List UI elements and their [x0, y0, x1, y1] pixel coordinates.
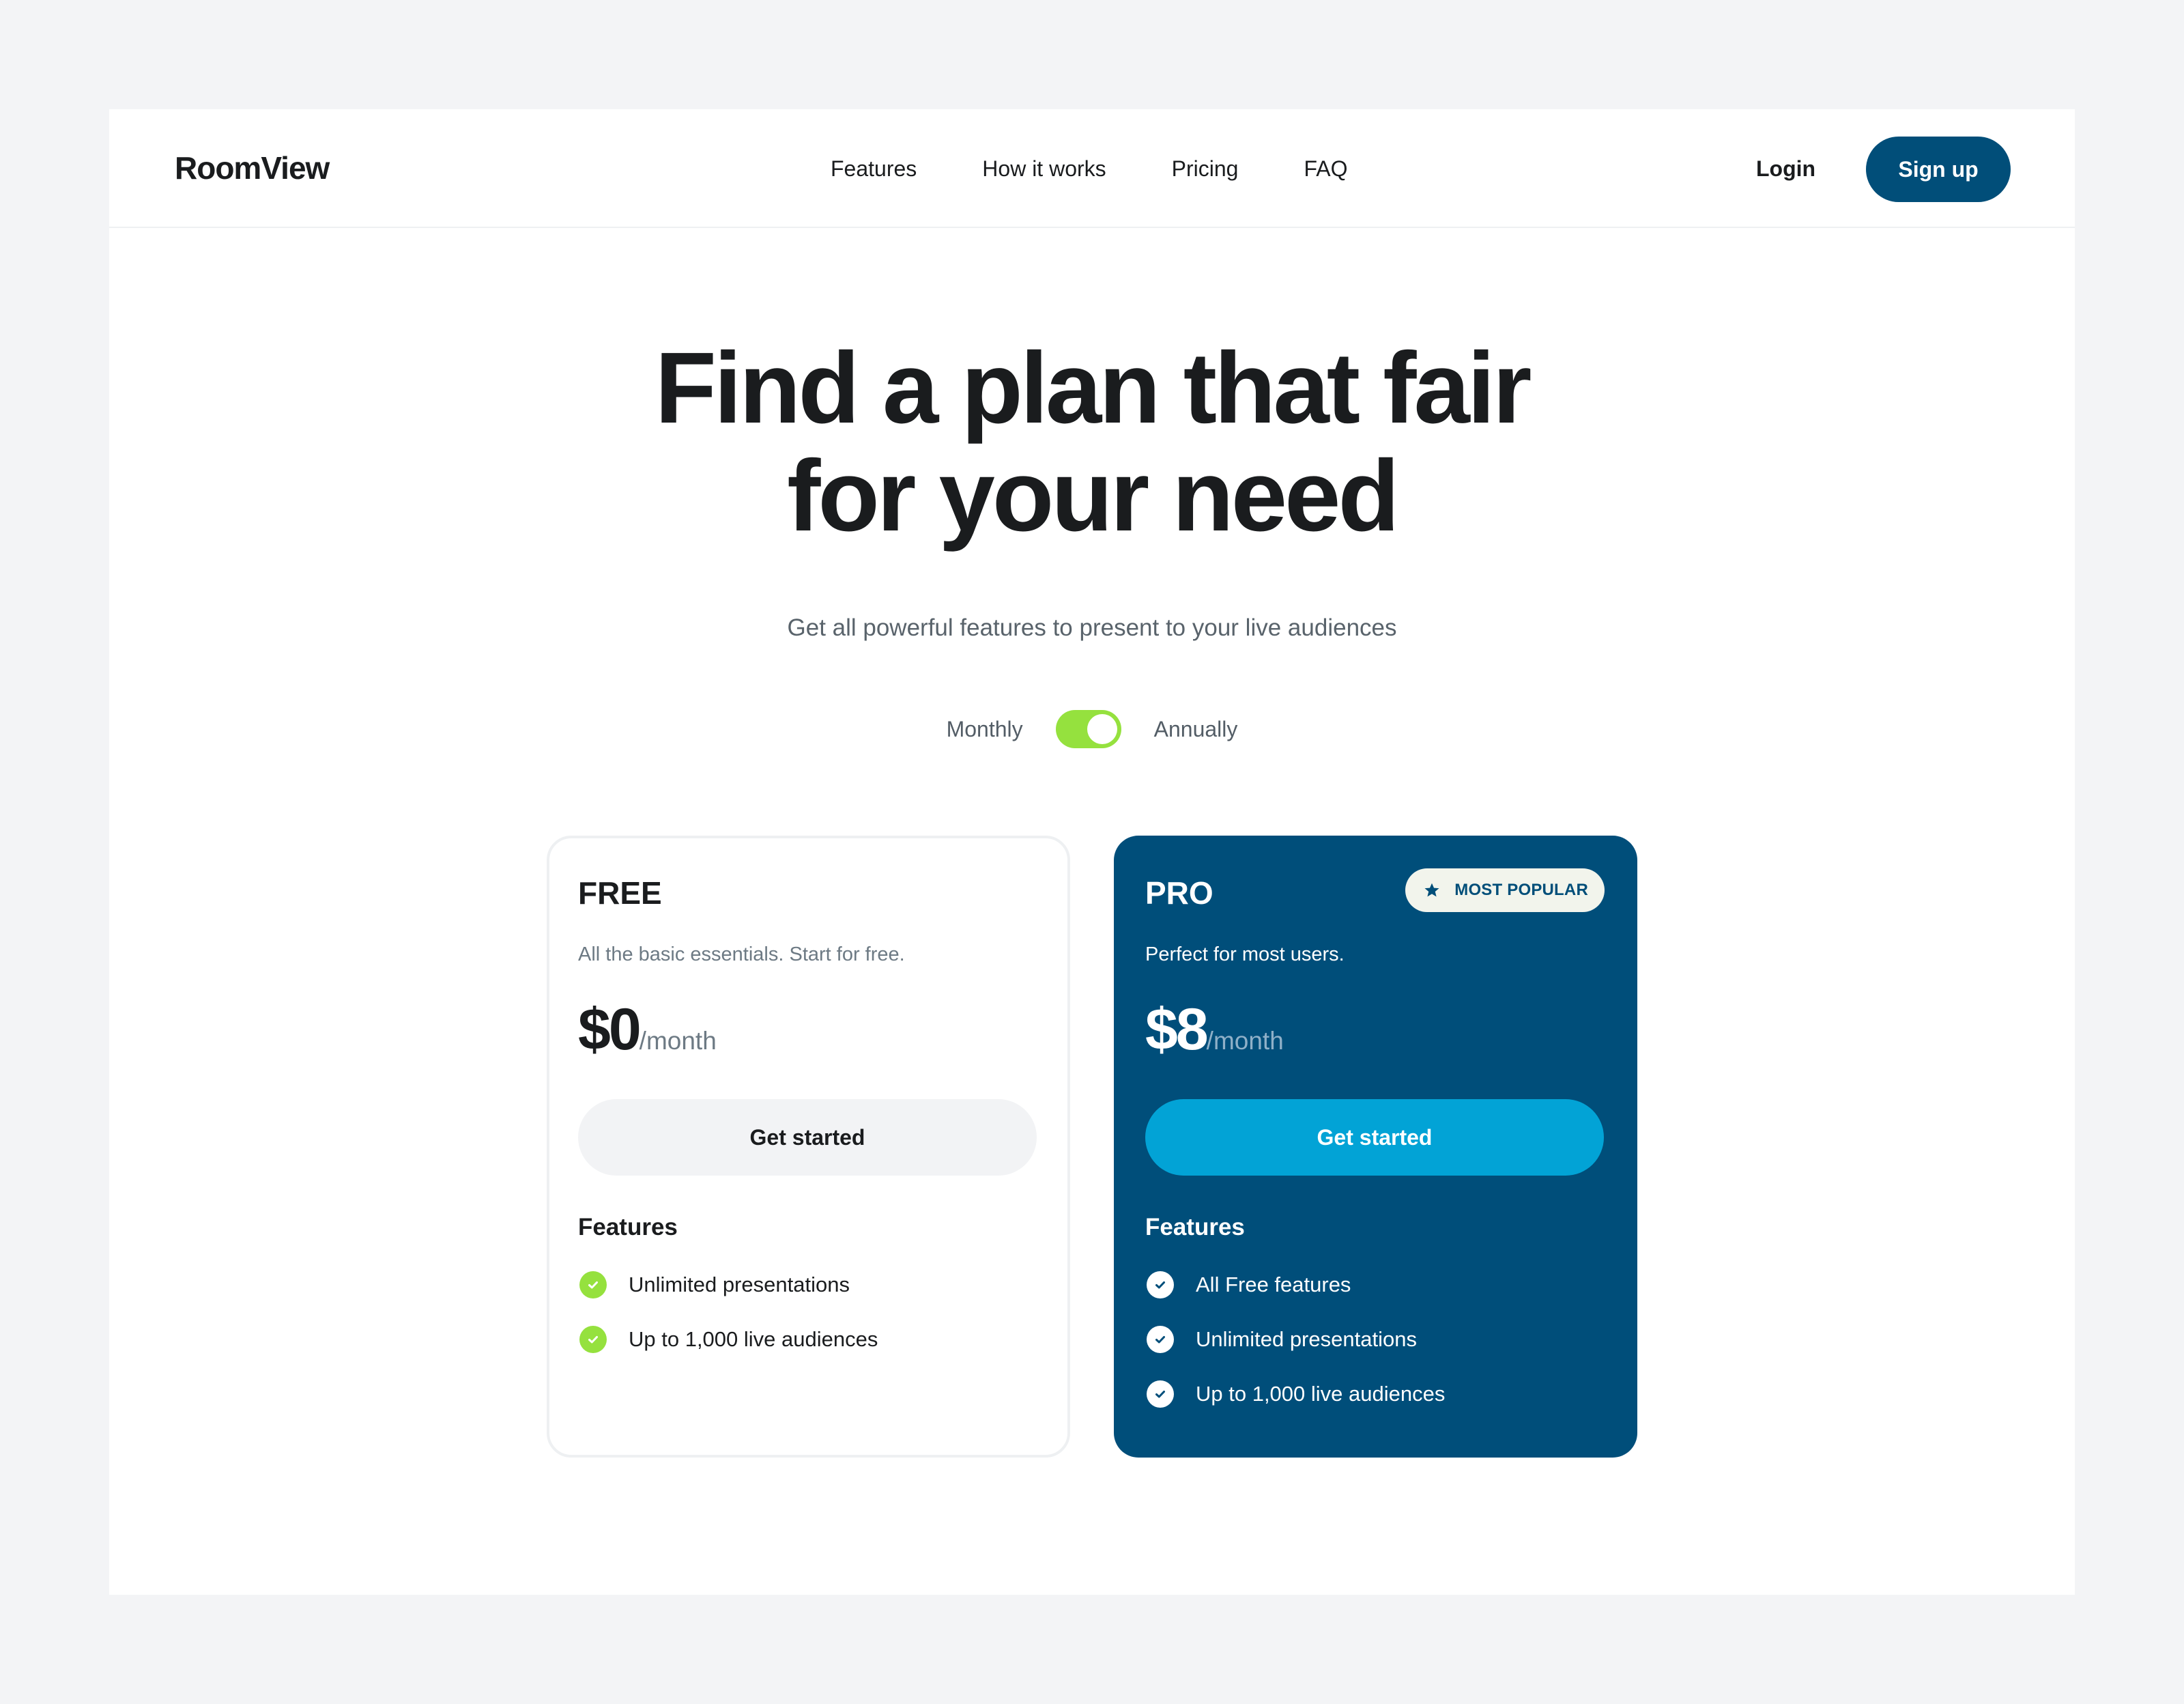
check-circle-icon	[1147, 1380, 1174, 1408]
check-circle-icon	[1147, 1271, 1174, 1298]
features-heading: Features	[578, 1214, 678, 1240]
billing-period-switch: Monthly Annually	[109, 710, 2075, 748]
feature-item: Unlimited presentations	[578, 1271, 1039, 1298]
features-heading: Features	[1145, 1214, 1245, 1240]
plan-name: FREE	[578, 875, 662, 911]
star-icon	[1423, 881, 1441, 899]
feature-text: All Free features	[1196, 1273, 1351, 1296]
plan-card-free: FREE All the basic essentials. Start for…	[547, 836, 1070, 1458]
plan-price: $0 /month	[578, 995, 1039, 1064]
most-popular-badge: MOST POPULAR	[1405, 868, 1605, 912]
nav-link-faq[interactable]: FAQ	[1304, 152, 1347, 186]
login-link[interactable]: Login	[1756, 152, 1815, 186]
plan-description: Perfect for most users.	[1145, 943, 1345, 965]
get-started-pro-button[interactable]: Get started	[1145, 1099, 1604, 1176]
billing-annually-label[interactable]: Annually	[1154, 710, 1238, 748]
feature-item: All Free features	[1145, 1271, 1606, 1298]
page-title-line-2: for your need	[787, 440, 1400, 552]
plan-description: All the basic essentials. Start for free…	[578, 943, 905, 965]
feature-item: Up to 1,000 live audiences	[1145, 1380, 1606, 1408]
logo[interactable]: RoomView	[175, 147, 330, 188]
page-subtitle: Get all powerful features to present to …	[787, 614, 1397, 641]
check-circle-icon	[1147, 1326, 1174, 1353]
feature-text: Up to 1,000 live audiences	[1196, 1382, 1446, 1406]
feature-text: Unlimited presentations	[629, 1273, 850, 1296]
site-header: RoomView Features How it works Pricing F…	[109, 109, 2075, 228]
toggle-knob	[1087, 714, 1117, 744]
nav-link-features[interactable]: Features	[831, 152, 917, 186]
billing-toggle[interactable]	[1055, 710, 1121, 748]
nav-link-how-it-works[interactable]: How it works	[982, 152, 1106, 186]
price-amount: $0	[578, 997, 642, 1062]
get-started-free-button[interactable]: Get started	[578, 1099, 1037, 1176]
plan-card-pro: MOST POPULAR PRO Perfect for most users.…	[1114, 836, 1637, 1458]
features-list: All Free features Unlimited presentation…	[1145, 1271, 1606, 1408]
plan-price: $8 /month	[1145, 995, 1606, 1064]
page-panel: RoomView Features How it works Pricing F…	[109, 109, 2075, 1595]
nav-link-pricing[interactable]: Pricing	[1172, 152, 1239, 186]
check-circle-icon	[579, 1271, 607, 1298]
price-period: /month	[1206, 1027, 1284, 1055]
page-title: Find a plan that fair for your need	[109, 335, 2075, 550]
price-amount: $8	[1145, 997, 1209, 1062]
feature-text: Unlimited presentations	[1196, 1327, 1417, 1351]
billing-monthly-label[interactable]: Monthly	[947, 710, 1023, 748]
main-nav: Features How it works Pricing FAQ	[831, 152, 1347, 186]
price-period: /month	[639, 1027, 717, 1055]
feature-item: Unlimited presentations	[1145, 1326, 1606, 1353]
page-title-line-1: Find a plan that fair	[655, 332, 1532, 444]
check-circle-icon	[579, 1326, 607, 1353]
features-list: Unlimited presentations Up to 1,000 live…	[578, 1271, 1039, 1353]
feature-item: Up to 1,000 live audiences	[578, 1326, 1039, 1353]
feature-text: Up to 1,000 live audiences	[629, 1327, 878, 1351]
signup-button[interactable]: Sign up	[1866, 137, 2011, 202]
badge-label: MOST POPULAR	[1454, 881, 1588, 899]
